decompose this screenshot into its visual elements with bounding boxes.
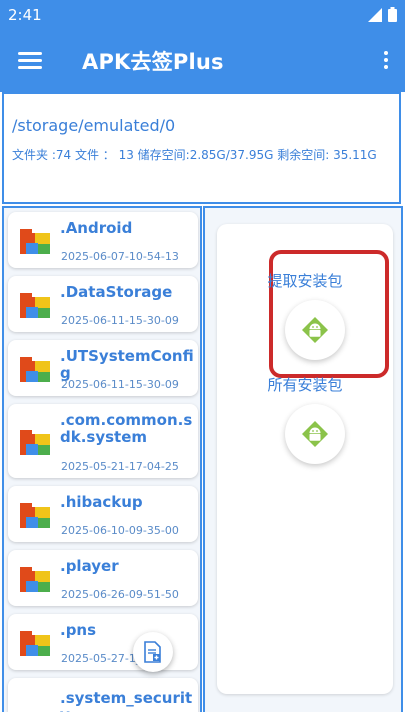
storage-stats: 文件夹 :74 文件 ： 13 储存空间:2.85G/37.95G 剩余空间: … — [12, 148, 377, 162]
list-item[interactable]: .Android 2025-06-07-10-54-13 — [8, 212, 198, 268]
file-date: 2025-06-26-09-51-50 — [61, 588, 179, 601]
document-add-icon — [144, 641, 161, 663]
android-icon — [302, 421, 328, 447]
battery-icon — [388, 7, 397, 22]
folder-icon — [20, 631, 50, 656]
file-name: .UTSystemConfig — [60, 347, 194, 382]
list-item[interactable]: .hibackup 2025-06-10-09-35-00 — [8, 486, 198, 542]
all-apk-label: 所有安装包 — [267, 376, 343, 394]
file-name: .DataStorage — [60, 283, 173, 301]
list-item[interactable]: .DataStorage 2025-06-11-15-30-09 — [8, 276, 198, 332]
signal-icon — [368, 7, 382, 22]
file-name: .hibackup — [60, 493, 143, 511]
extract-apk-label: 提取安装包 — [267, 272, 343, 290]
bottom-nav-edge — [0, 712, 405, 720]
menu-icon[interactable] — [14, 48, 46, 74]
file-date: 2025-06-11-15-30-09 — [61, 314, 179, 327]
folder-icon — [20, 357, 50, 382]
status-icons — [368, 7, 397, 22]
actions-panel: 提取安装包 所有安装包 — [203, 206, 403, 720]
current-path: /storage/emulated/0 — [12, 116, 176, 135]
file-list[interactable]: .Android 2025-06-07-10-54-13 .DataStorag… — [2, 206, 202, 720]
app-bar: APK去签Plus — [0, 30, 405, 92]
list-item[interactable]: .com.common.sdk.system 2025-05-21-17-04-… — [8, 404, 198, 478]
android-icon — [302, 317, 328, 343]
file-date: 2025-06-07-10-54-13 — [61, 250, 179, 263]
file-date: 2025-05-21-17-04-25 — [61, 460, 179, 473]
file-name: .pns — [60, 621, 97, 639]
folder-icon — [20, 229, 50, 254]
file-date: 2025-06-11-15-30-09 — [61, 378, 179, 391]
folder-icon — [20, 430, 50, 455]
actions-card: 提取安装包 所有安装包 — [217, 224, 393, 694]
file-name: .player — [60, 557, 119, 575]
storage-info-panel: /storage/emulated/0 文件夹 :74 文件 ： 13 储存空间… — [2, 92, 401, 204]
status-bar: 2:41 — [0, 0, 405, 30]
all-apk-button[interactable] — [285, 404, 345, 464]
extract-apk-button[interactable] — [285, 300, 345, 360]
folder-icon — [20, 293, 50, 318]
more-options-icon[interactable] — [379, 48, 393, 74]
file-name: .Android — [60, 219, 133, 237]
status-time: 2:41 — [8, 6, 42, 24]
folder-icon — [20, 503, 50, 528]
list-item[interactable]: .UTSystemConfig 2025-06-11-15-30-09 — [8, 340, 198, 396]
file-name: .com.common.sdk.system — [60, 411, 193, 446]
folder-icon — [20, 567, 50, 592]
list-item[interactable]: .player 2025-06-26-09-51-50 — [8, 550, 198, 606]
file-date: 2025-06-10-09-35-00 — [61, 524, 179, 537]
new-file-button[interactable] — [133, 632, 173, 672]
app-title: APK去签Plus — [82, 50, 224, 74]
